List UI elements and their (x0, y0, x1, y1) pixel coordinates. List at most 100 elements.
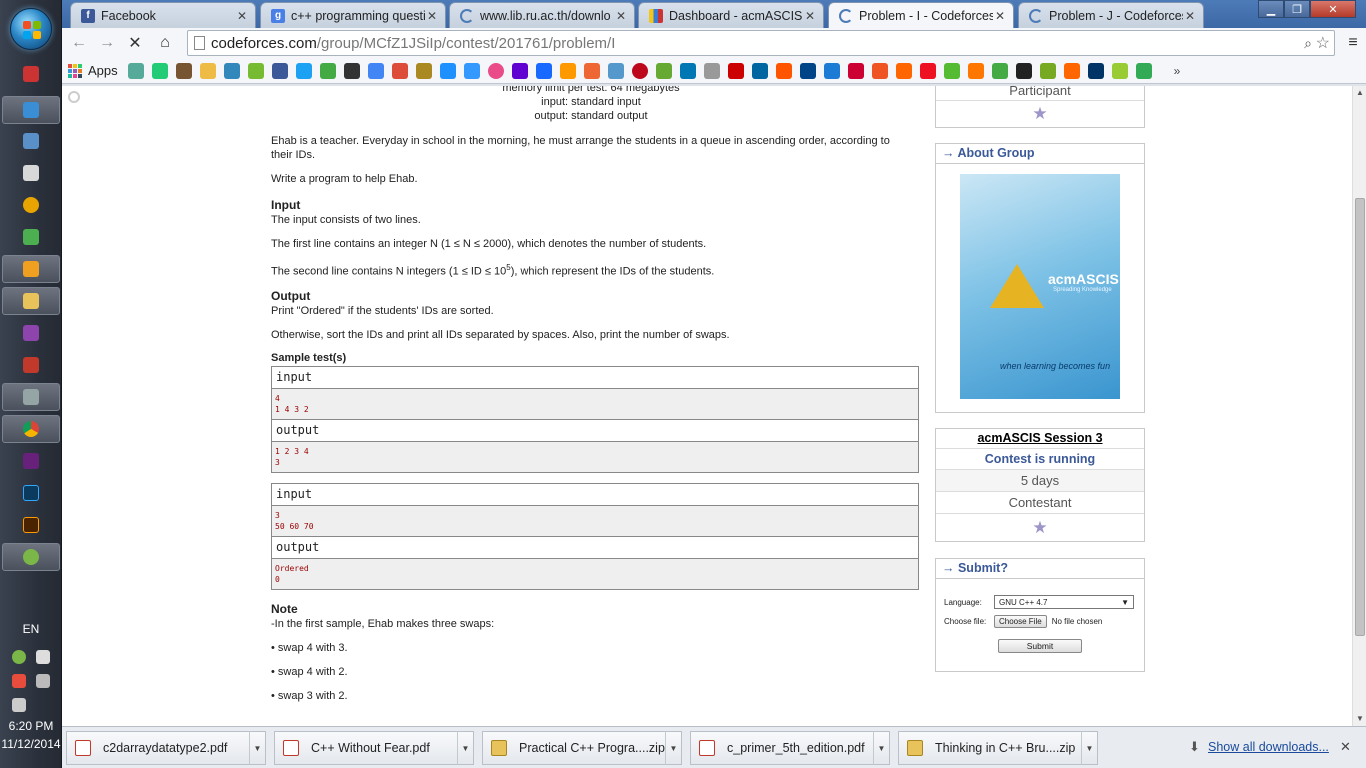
bookmark-icon[interactable] (463, 62, 480, 79)
soundcloud-bookmark-icon[interactable] (775, 62, 792, 79)
apps-shortcut[interactable]: Apps (68, 63, 118, 78)
bookmark-icon[interactable] (967, 62, 984, 79)
scroll-up-icon[interactable]: ▲ (1353, 86, 1366, 100)
scroll-down-icon[interactable]: ▼ (1353, 712, 1366, 726)
home-button[interactable]: ⌂ (154, 33, 176, 53)
bookmark-icon[interactable] (991, 62, 1008, 79)
language-select[interactable]: GNU C++ 4.7 ▼ (994, 595, 1134, 609)
download-menu-icon[interactable]: ▼ (873, 731, 889, 765)
taskbar-app-utorrent[interactable] (2, 543, 60, 571)
about-group-title[interactable]: → About Group (936, 144, 1144, 164)
download-item[interactable]: C++ Without Fear.pdf ▼ (274, 731, 474, 765)
taskbar-app-13[interactable] (2, 447, 60, 475)
back-button[interactable]: ← (68, 33, 90, 53)
scrollbar-thumb[interactable] (1355, 198, 1365, 636)
bookmark-icon[interactable] (895, 62, 912, 79)
close-downloads-icon[interactable]: ✕ (1340, 739, 1351, 755)
taskbar-app-9[interactable] (2, 319, 60, 347)
bookmark-icon[interactable] (847, 62, 864, 79)
taskbar-app-11[interactable] (2, 383, 60, 411)
bookmark-star-icon[interactable]: ☆ (1316, 33, 1330, 53)
taskbar-app-2[interactable] (2, 96, 60, 124)
youtube-bookmark-icon[interactable] (727, 62, 744, 79)
forward-button[interactable]: → (96, 33, 118, 53)
bookmark-icon[interactable] (799, 62, 816, 79)
download-menu-icon[interactable]: ▼ (457, 731, 473, 765)
bookmark-icon[interactable] (943, 62, 960, 79)
taskbar-app-photoshop[interactable] (2, 479, 60, 507)
choose-file-button[interactable]: Choose File (994, 615, 1047, 628)
maximize-button[interactable]: ❐ (1284, 0, 1310, 18)
tab-lib[interactable]: www.lib.ru.ac.th/downlo ✕ (449, 2, 635, 28)
bookmark-icon[interactable] (1039, 62, 1056, 79)
minimize-button[interactable]: ▁ (1258, 0, 1284, 18)
download-item[interactable]: Practical C++ Progra....zip ▼ (482, 731, 682, 765)
close-tab-icon[interactable]: ✕ (425, 9, 439, 23)
bookmark-icon[interactable] (199, 62, 216, 79)
bookmark-icon[interactable] (607, 62, 624, 79)
tab-dashboard[interactable]: Dashboard - acmASCIS Se ✕ (638, 2, 824, 28)
bookmark-icon[interactable] (223, 62, 240, 79)
close-tab-icon[interactable]: ✕ (993, 9, 1007, 23)
tab-google-search[interactable]: g c++ programming questi ✕ (260, 2, 446, 28)
taskbar-app-10[interactable] (2, 351, 60, 379)
linkedin-bookmark-icon[interactable] (679, 62, 696, 79)
settings-icon[interactable] (68, 91, 80, 103)
taskbar-app-5[interactable] (2, 191, 60, 219)
utorrent-tray-icon[interactable] (12, 650, 26, 664)
download-menu-icon[interactable]: ▼ (249, 731, 265, 765)
menu-icon[interactable]: ≡ (1342, 33, 1364, 53)
bookmark-icon[interactable] (703, 62, 720, 79)
tab-problem-j[interactable]: Problem - J - Codeforces ✕ (1018, 2, 1204, 28)
show-all-downloads-link[interactable]: Show all downloads... (1208, 740, 1329, 754)
pinterest-bookmark-icon[interactable] (631, 62, 648, 79)
bookmark-icon[interactable] (1111, 62, 1128, 79)
taskbar-app-8[interactable] (2, 287, 60, 315)
bookmark-icon[interactable] (247, 62, 264, 79)
taskbar-app-illustrator[interactable] (2, 511, 60, 539)
network-tray-icon[interactable] (36, 650, 50, 664)
close-tab-icon[interactable]: ✕ (614, 9, 628, 23)
submit-button[interactable]: Submit (997, 639, 1083, 653)
close-tab-icon[interactable]: ✕ (803, 9, 817, 23)
bookmark-icon[interactable] (319, 62, 336, 79)
twitter-bookmark-icon[interactable] (295, 62, 312, 79)
submit-title[interactable]: → Submit? (936, 559, 1144, 579)
bookmark-icon[interactable] (1063, 62, 1080, 79)
taskbar-app-6[interactable] (2, 223, 60, 251)
tab-facebook[interactable]: f Facebook ✕ (70, 2, 256, 28)
bookmark-icon[interactable] (439, 62, 456, 79)
google-bookmark-icon[interactable] (367, 62, 384, 79)
bookmark-icon[interactable] (583, 62, 600, 79)
contest-name[interactable]: acmASCIS Session 3 (936, 429, 1144, 449)
bookmark-icon[interactable] (415, 62, 432, 79)
download-menu-icon[interactable]: ▼ (1081, 731, 1097, 765)
bookmark-icon[interactable] (1015, 62, 1032, 79)
download-item[interactable]: c_primer_5th_edition.pdf ▼ (690, 731, 890, 765)
bookmark-icon[interactable] (751, 62, 768, 79)
bookmark-icon[interactable] (655, 62, 672, 79)
clock-time[interactable]: 6:20 PM (0, 719, 62, 733)
bookmark-icon[interactable] (127, 62, 144, 79)
tab-problem-i[interactable]: Problem - I - Codeforces ✕ (828, 2, 1014, 29)
taskbar-app-7[interactable] (2, 255, 60, 283)
bookmark-icon[interactable] (175, 62, 192, 79)
bookmark-icon[interactable] (919, 62, 936, 79)
language-indicator[interactable]: EN (0, 622, 62, 636)
flag-tray-icon[interactable] (12, 674, 26, 688)
stop-button[interactable]: ✕ (124, 33, 146, 53)
close-tab-icon[interactable]: ✕ (1183, 9, 1197, 23)
taskbar-app-3[interactable] (2, 127, 60, 155)
close-window-button[interactable]: ✕ (1310, 0, 1356, 18)
bookmark-icon[interactable] (871, 62, 888, 79)
close-tab-icon[interactable]: ✕ (235, 9, 249, 23)
start-button[interactable] (10, 8, 52, 50)
more-bookmarks-icon[interactable]: » (1174, 64, 1181, 78)
page-scrollbar[interactable]: ▲ ▼ (1352, 86, 1366, 726)
taskbar-app-1[interactable] (2, 60, 60, 88)
taskbar-app-4[interactable] (2, 159, 60, 187)
bookmark-icon[interactable] (343, 62, 360, 79)
clock-date[interactable]: 11/12/2014 (0, 737, 62, 751)
bookmark-icon[interactable] (151, 62, 168, 79)
bookmark-icon[interactable] (1135, 62, 1152, 79)
